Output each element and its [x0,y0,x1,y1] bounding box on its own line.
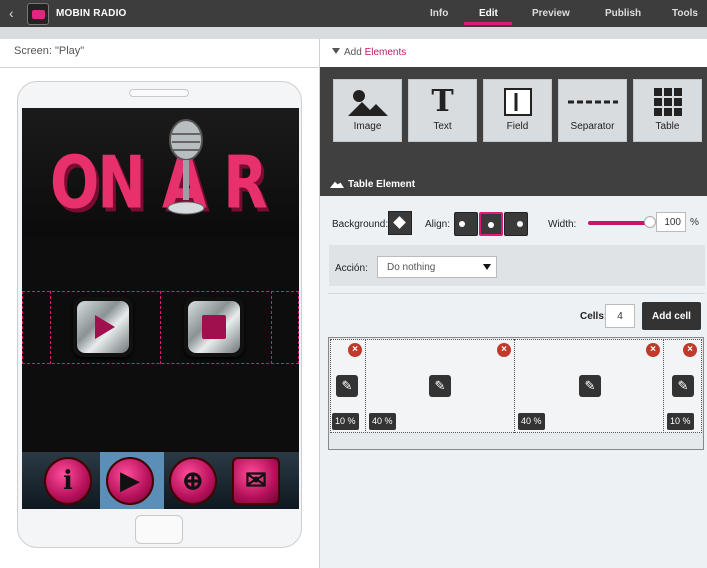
width-label: Width: [548,219,577,230]
add-cell-button[interactable]: Add cell [642,302,701,330]
align-label: Align: [425,219,451,230]
cell-divider [160,291,161,364]
edit-cell-icon[interactable]: ✎ [429,375,451,397]
text-icon: T [431,84,454,119]
palette-separator[interactable]: Separator [558,79,627,142]
remove-cell-icon[interactable]: × [683,343,697,357]
chevron-down-icon [483,264,491,270]
microphone-icon [167,119,205,215]
palette-field[interactable]: Field [483,79,552,142]
cell-width-badge: 10 % [667,413,694,430]
header-strip [0,27,707,39]
width-input[interactable]: 100 [656,212,686,232]
add-elements-toggle[interactable]: Add Elements [332,47,406,58]
separator-icon [559,88,626,119]
background-picker[interactable] [388,211,412,235]
divider [328,293,705,294]
palette-image[interactable]: Image [333,79,402,142]
edit-cell-icon[interactable]: ✎ [579,375,601,397]
app-logo [27,3,49,25]
width-slider[interactable] [588,221,652,225]
phone-speaker [129,89,189,97]
mail-icon[interactable]: ✉ [232,457,280,505]
collapse-triangle-icon [332,48,340,54]
remove-cell-icon[interactable]: × [497,343,511,357]
image-icon [334,88,401,119]
align-left-button[interactable] [454,212,478,236]
on-air-logo: ON A R [50,140,268,225]
table-element-icon [330,181,344,188]
width-slider-handle[interactable] [644,216,656,228]
screen-label: Screen: "Play" [14,45,85,57]
edit-cell-icon[interactable]: ✎ [672,375,694,397]
active-tab-indicator [464,22,512,25]
app-title: MOBIN RADIO [56,8,127,19]
remove-cell-icon[interactable]: × [646,343,660,357]
field-icon [484,88,551,119]
cells-label: Cells: [580,311,608,322]
tab-edit[interactable]: Edit [479,8,498,19]
cell-width-badge: 40 % [369,413,396,430]
nav-play-icon[interactable]: ▶ [106,457,154,505]
globe-icon[interactable]: ⊕ [169,457,217,505]
top-bar: ‹ MOBIN RADIO Info Edit Preview Publish … [0,0,707,27]
remove-cell-icon[interactable]: × [348,343,362,357]
phone-home-button [135,515,183,544]
stop-icon [202,315,226,339]
back-icon[interactable]: ‹ [9,5,14,21]
cell-width-badge: 40 % [518,413,545,430]
info-icon[interactable]: i [44,457,92,505]
play-button[interactable] [73,297,133,357]
fill-icon [393,216,406,229]
tab-preview[interactable]: Preview [532,8,570,19]
cells-input[interactable]: 4 [605,304,635,328]
table-icon [634,88,701,119]
palette-table[interactable]: Table [633,79,702,142]
play-icon [95,315,115,339]
cell-divider [271,291,272,364]
align-center-button[interactable] [479,212,503,236]
edit-cell-icon[interactable]: ✎ [336,375,358,397]
tab-tools[interactable]: Tools [672,8,698,19]
width-unit: % [690,217,699,228]
palette-text[interactable]: T Text [408,79,477,142]
align-right-button[interactable] [504,212,528,236]
background-label: Background: [332,219,389,230]
accion-label: Acción: [335,263,368,274]
cell-width-badge: 10 % [332,413,359,430]
section-title: Table Element [330,179,415,190]
tab-info[interactable]: Info [430,8,448,19]
accion-select[interactable]: Do nothing [377,256,497,278]
tab-publish[interactable]: Publish [605,8,641,19]
cell-divider [50,291,51,364]
left-divider [0,67,320,68]
stop-button[interactable] [184,297,244,357]
